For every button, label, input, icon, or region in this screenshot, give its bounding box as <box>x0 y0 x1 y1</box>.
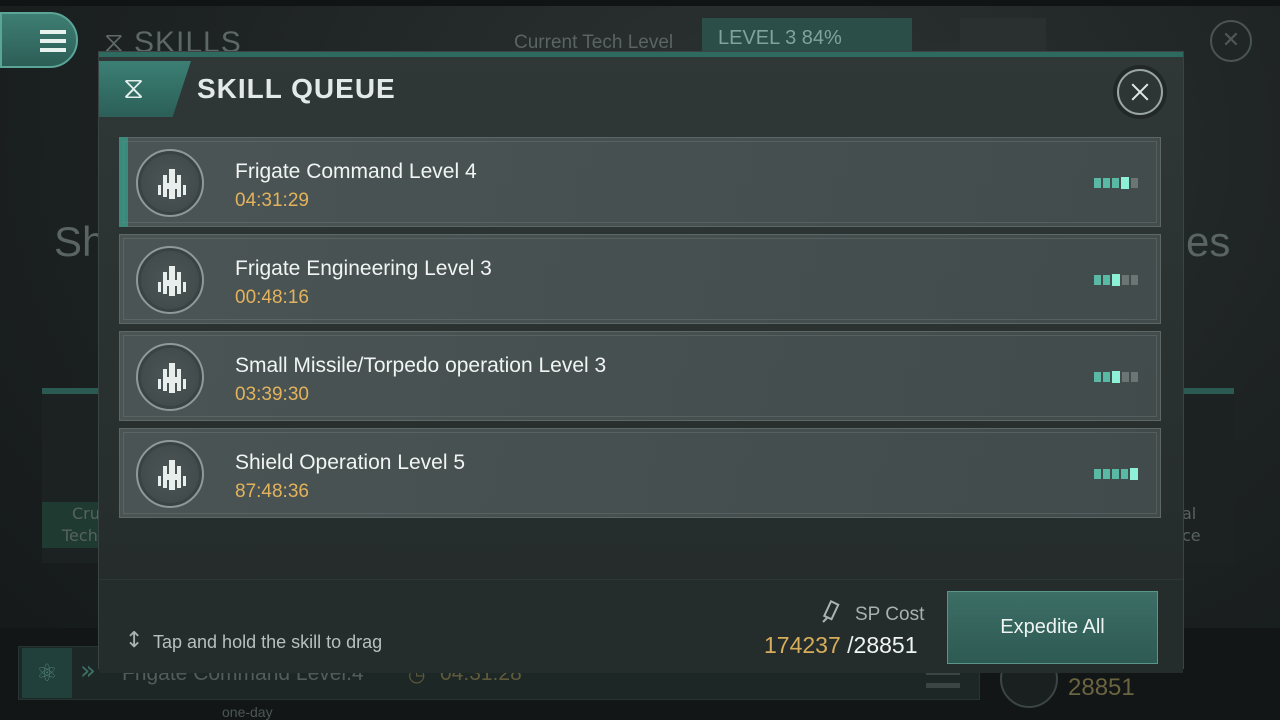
level-pip <box>1103 275 1110 285</box>
queue-subtext: one-day <box>222 704 273 720</box>
frigate-icon <box>136 440 204 508</box>
drag-arrows-icon: ↕ <box>125 628 144 653</box>
level-indicator <box>1094 274 1138 287</box>
level-pip <box>1103 178 1110 188</box>
category-title-right: es <box>1186 218 1231 265</box>
skill-name: Frigate Engineering Level 3 <box>235 257 492 280</box>
queue-item[interactable]: Frigate Engineering Level 3 00:48:16 <box>119 234 1161 324</box>
drag-hint: Tap and hold the skill to drag <box>153 632 383 652</box>
modal-header: ⧖ SKILL QUEUE <box>99 57 1183 119</box>
modal-title: SKILL QUEUE <box>197 73 396 104</box>
tech-level-label: Current Tech Level <box>514 32 674 53</box>
category-title-left: Sh <box>54 218 106 265</box>
level-indicator <box>1094 371 1138 384</box>
atom-icon: ⚛ <box>22 648 72 698</box>
sp-have: 174237 <box>764 632 841 658</box>
sp-cost-label: SP Cost <box>855 604 925 625</box>
level-pip <box>1103 372 1110 382</box>
level-pip <box>1131 178 1138 188</box>
skill-name: Shield Operation Level 5 <box>235 451 465 474</box>
level-pip <box>1103 469 1110 479</box>
level-indicator <box>1094 177 1138 190</box>
card-label-line2: Tech <box>62 526 98 545</box>
sp-cost-value: 174237 /28851 <box>764 632 918 659</box>
dna-icon: ⧖ <box>123 71 145 106</box>
level-pip <box>1094 275 1101 285</box>
sp-need: 28851 <box>853 632 918 658</box>
level-pip <box>1131 275 1138 285</box>
sp-injector-icon <box>822 600 840 623</box>
level-pip <box>1112 469 1119 479</box>
level-pip <box>1112 274 1120 286</box>
level-pip <box>1122 372 1129 382</box>
skill-category-card-right[interactable]: al ce <box>1180 388 1234 563</box>
level-pip <box>1122 275 1129 285</box>
level-pip <box>1112 371 1120 383</box>
level-pip <box>1094 469 1101 479</box>
skill-name: Small Missile/Torpedo operation Level 3 <box>235 354 607 377</box>
frigate-icon <box>136 343 204 411</box>
queue-item[interactable]: Frigate Command Level 4 04:31:29 <box>119 137 1161 227</box>
card-label-line1: al <box>1182 504 1197 523</box>
skill-name: Frigate Command Level 4 <box>235 160 477 183</box>
frigate-icon <box>136 149 204 217</box>
card-label-line1: Cru <box>72 504 100 523</box>
level-pip <box>1130 468 1138 480</box>
top-edge <box>0 0 1280 6</box>
screen-close-button[interactable]: ✕ <box>1210 20 1252 62</box>
skill-queue-modal: ⧖ SKILL QUEUE Frigate Command Level 4 04… <box>99 52 1183 673</box>
modal-footer: ↕ Tap and hold the skill to drag SP Cost… <box>99 579 1183 673</box>
level-pip <box>1121 177 1129 189</box>
level-pip <box>1094 372 1101 382</box>
expedite-all-button[interactable]: Expedite All <box>947 591 1158 664</box>
skill-time: 87:48:36 <box>235 481 309 502</box>
skill-category-card-left[interactable]: Cru Tech <box>42 388 102 563</box>
skill-queue-list: Frigate Command Level 4 04:31:29 Frigate… <box>119 137 1161 525</box>
level-pip <box>1112 178 1119 188</box>
sp-balance: 28851 <box>1068 674 1135 701</box>
menu-button[interactable] <box>0 12 78 68</box>
hamburger-icon <box>40 30 66 52</box>
level-pip <box>1121 469 1128 479</box>
level-indicator <box>1094 468 1138 481</box>
card-label-line2: ce <box>1182 526 1201 545</box>
queue-item[interactable]: Small Missile/Torpedo operation Level 3 … <box>119 331 1161 421</box>
frigate-icon <box>136 246 204 314</box>
skill-time: 03:39:30 <box>235 384 309 405</box>
skill-time: 04:31:29 <box>235 190 309 211</box>
level-pip <box>1094 178 1101 188</box>
double-chevron-icon: » <box>80 656 96 686</box>
skill-time: 00:48:16 <box>235 287 309 308</box>
level-pip <box>1131 372 1138 382</box>
queue-item[interactable]: Shield Operation Level 5 87:48:36 <box>119 428 1161 518</box>
close-button[interactable] <box>1117 69 1163 115</box>
modal-icon-tab: ⧖ <box>99 61 191 117</box>
